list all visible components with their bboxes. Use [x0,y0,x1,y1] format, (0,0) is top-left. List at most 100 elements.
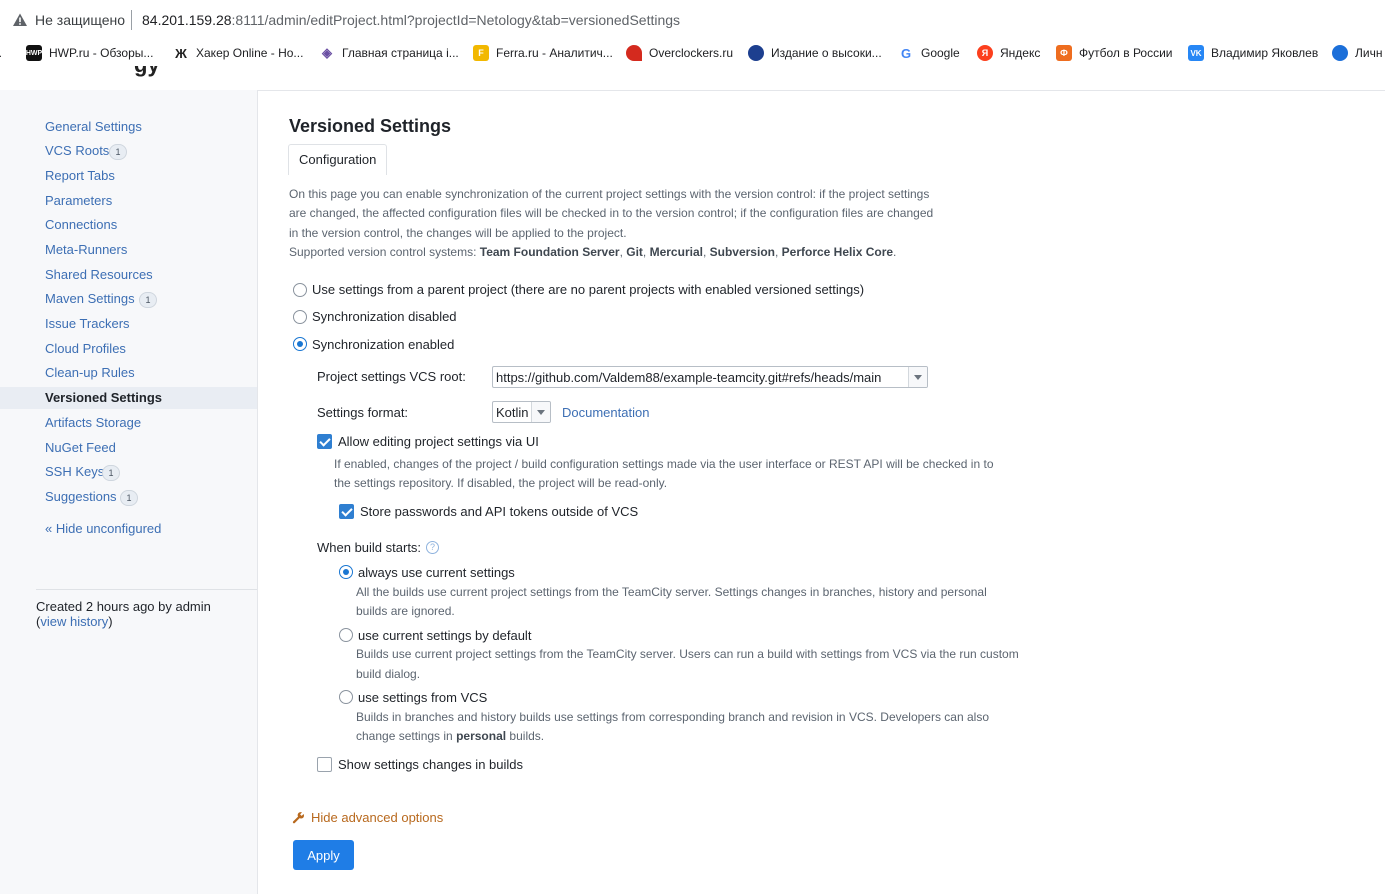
show-changes-label[interactable]: Show settings changes in builds [338,757,523,772]
documentation-link[interactable]: Documentation [562,405,649,420]
sidebar-item-vcs-roots[interactable]: VCS Roots 1 [0,140,257,162]
allow-editing-label[interactable]: Allow editing project settings via UI [338,434,539,449]
bookmark-label: HWP.ru - Обзоры... [49,46,154,60]
radio-label[interactable]: Use settings from a parent project (ther… [312,282,864,297]
vcs-root-label: Project settings VCS root: [317,369,466,384]
radio-label[interactable]: use current settings by default [358,628,531,643]
help-icon[interactable]: ? [426,541,439,554]
sidebar-item-suggestions[interactable]: Suggestions 1 [0,486,257,508]
browser-address-bar[interactable]: Не защищено 84.201.159.28:8111/admin/edi… [0,0,1385,40]
google-icon: G [900,45,912,61]
bookmark-ixbt[interactable]: ◈ Главная страница i... [319,44,459,62]
bookmark-label: Личн [1355,46,1383,60]
bookmark-football[interactable]: Ф Футбол в России [1056,44,1173,62]
show-changes-checkbox[interactable] [317,757,332,772]
radio-label[interactable]: Synchronization enabled [312,337,454,352]
sidebar-item-issue-trackers[interactable]: Issue Trackers [0,313,257,335]
hide-unconfigured-link[interactable]: « Hide unconfigured [45,521,161,536]
overclockers-icon [626,45,642,61]
sidebar-item-artifacts-storage[interactable]: Artifacts Storage [0,412,257,434]
radio-sync-disabled[interactable] [293,310,307,324]
view-history-link[interactable]: view history [40,614,108,629]
sidebar-item-cloud-profiles[interactable]: Cloud Profiles [0,338,257,360]
sidebar-item-label: Connections [45,217,118,232]
url-host: 84.201.159.28 [142,12,232,28]
sidebar-item-label: NuGet Feed [45,440,116,455]
radio-sync-enabled[interactable] [293,337,307,351]
sidebar-item-nuget-feed[interactable]: NuGet Feed [0,437,257,459]
bookmark-google[interactable]: G Google [898,44,960,62]
created-info: Created 2 hours ago by admin [36,599,211,614]
url-text[interactable]: 84.201.159.28:8111/admin/editProject.htm… [142,12,680,28]
sidebar-item-ssh-keys[interactable]: SSH Keys 1 [0,461,257,483]
sidebar-item-meta-runners[interactable]: Meta-Runners [0,239,257,261]
allow-editing-desc: If enabled, changes of the project / bui… [334,457,994,471]
bookmark-izdanie[interactable]: Издание о высоки... [748,44,882,62]
sidebar-item-maven-settings[interactable]: Maven Settings 1 [0,288,257,310]
bookmark-yandex[interactable]: Я Яндекс [977,44,1040,62]
radio-label[interactable]: always use current settings [358,565,515,580]
vcs-root-value: https://github.com/Valdem88/example-team… [496,370,882,385]
desc-prefix: change settings in [356,729,457,743]
bookmark-hwp[interactable]: HWP HWP.ru - Обзоры... [26,44,153,62]
sidebar-item-versioned-settings[interactable]: Versioned Settings [0,387,257,409]
radio-current-by-default[interactable] [339,628,353,642]
bookmark-fragment[interactable]: ... [0,44,2,62]
store-passwords-checkbox[interactable] [339,504,354,519]
radio-label[interactable]: use settings from VCS [358,690,487,705]
hide-advanced-options-link[interactable]: Hide advanced options [311,810,443,825]
format-value: Kotlin [496,405,529,420]
bookmark-label: Яндекс [1000,46,1041,60]
bookmark-personal[interactable]: Личн [1332,44,1382,62]
vcs-system: Subversion [709,245,775,259]
option-desc: Builds in branches and history builds us… [356,710,990,724]
desc-suffix: builds. [506,729,545,743]
vcs-root-select[interactable]: https://github.com/Valdem88/example-team… [492,366,928,388]
bookmark-xakep[interactable]: Ж Хакер Online - Но... [173,44,303,62]
radio-parent-project[interactable] [293,283,307,297]
sidebar-item-parameters[interactable]: Parameters [0,190,257,212]
supported-prefix: Supported version control systems: [289,245,480,259]
chevron-down-icon [908,367,927,387]
address-separator [131,10,132,30]
sidebar-item-label: Meta-Runners [45,242,128,257]
bookmark-vk[interactable]: VK Владимир Яковлев [1188,44,1318,62]
sidebar-item-general-settings[interactable]: General Settings [0,116,257,138]
warning-icon [13,13,27,26]
desc-bold: personal [456,729,507,743]
vk-icon: VK [1188,45,1204,61]
radio-always-current[interactable] [339,565,353,579]
paren-close: ) [108,614,113,629]
radio-settings-from-vcs[interactable] [339,690,353,704]
bookmark-label: Владимир Яковлев [1211,46,1319,60]
security-status[interactable]: Не защищено [35,12,125,28]
allow-editing-checkbox[interactable] [317,434,332,449]
intro-text: in the version control, the changes will… [289,226,627,240]
view-history-line: (view history) [36,614,113,629]
yandex-icon: Я [977,45,993,61]
page-title: Versioned Settings [289,116,452,136]
bookmark-label: Overclockers.ru [649,46,734,60]
when-build-starts-label: When build starts: [317,540,422,555]
format-select[interactable]: Kotlin [492,401,551,423]
sidebar-item-clean-up-rules[interactable]: Clean-up Rules [0,362,257,384]
chevron-down-icon [531,402,550,422]
supported-systems: Supported version control systems: Team … [289,245,897,259]
sidebar-item-label: Issue Trackers [45,316,130,331]
option-desc: build dialog. [356,667,421,681]
bookmark-ferra[interactable]: F Ferra.ru - Аналитич... [473,44,613,62]
hwp-icon: HWP [26,45,42,61]
bookmark-overclockers[interactable]: Overclockers.ru [626,44,733,62]
radio-label[interactable]: Synchronization disabled [312,309,457,324]
apply-button[interactable]: Apply [293,840,354,870]
tab-configuration[interactable]: Configuration [288,144,388,175]
personal-icon [1332,45,1348,61]
store-passwords-label[interactable]: Store passwords and API tokens outside o… [360,504,638,519]
sidebar-item-connections[interactable]: Connections [0,214,257,236]
bookmark-label: Ferra.ru - Аналитич... [496,46,613,60]
sidebar-item-shared-resources[interactable]: Shared Resources [0,264,257,286]
page-header: gy [0,66,1385,91]
option-desc: change settings in personal builds. [356,729,544,743]
sidebar-item-report-tabs[interactable]: Report Tabs [0,165,257,187]
sidebar-item-label: Report Tabs [45,168,115,183]
